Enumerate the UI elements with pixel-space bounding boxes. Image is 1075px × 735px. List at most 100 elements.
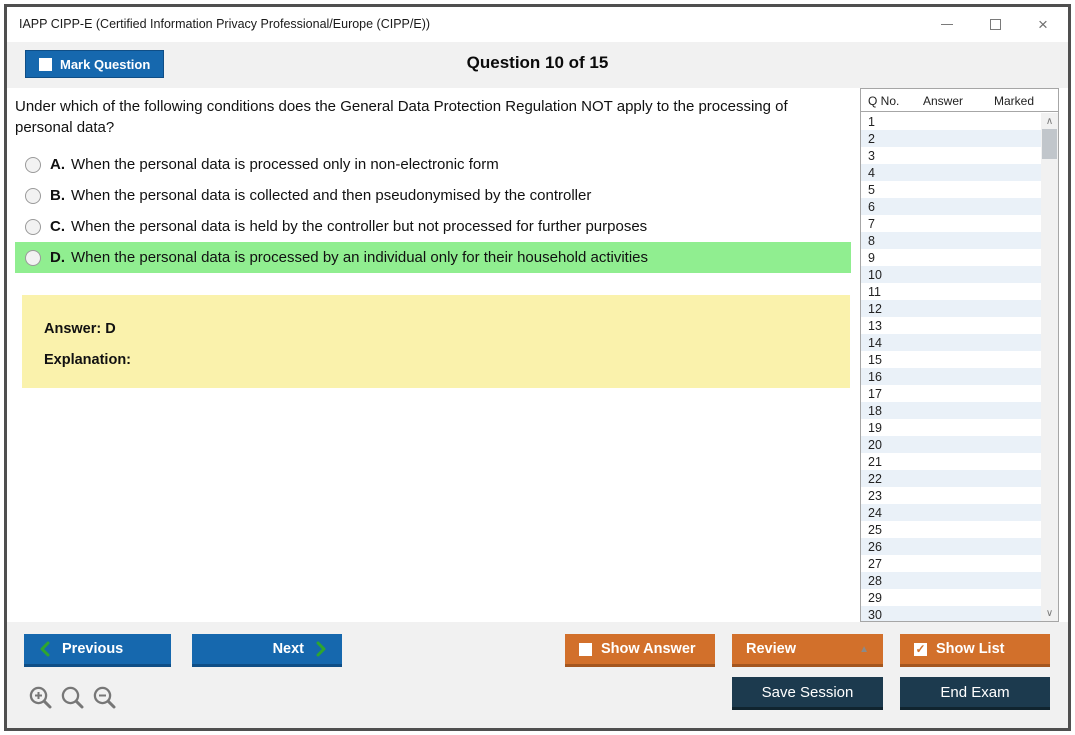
question-list-header: Q No. Answer Marked xyxy=(861,89,1058,112)
table-cell: 20 xyxy=(868,437,882,452)
review-dropdown-button[interactable]: Review ▲ xyxy=(732,634,883,667)
table-cell: 3 xyxy=(868,148,875,163)
table-row[interactable]: 29 xyxy=(861,589,1041,606)
table-cell: 23 xyxy=(868,488,882,503)
table-row[interactable]: 16 xyxy=(861,368,1041,385)
table-row[interactable]: 4 xyxy=(861,164,1041,181)
table-cell: 13 xyxy=(868,318,882,333)
table-row[interactable]: 8 xyxy=(861,232,1041,249)
save-session-button[interactable]: Save Session xyxy=(732,677,883,710)
maximize-icon xyxy=(989,19,1001,30)
save-session-label: Save Session xyxy=(761,683,854,701)
table-row[interactable]: 11 xyxy=(861,283,1041,300)
next-button[interactable]: Next xyxy=(192,634,342,667)
question-list-panel: Q No. Answer Marked 1 2 3 4 5 6 7 8 9 10 11 12 13 14 1… xyxy=(860,88,1059,622)
table-row[interactable]: 23 xyxy=(861,487,1041,504)
table-row[interactable]: 17 xyxy=(861,385,1041,402)
table-cell: 8 xyxy=(868,233,875,248)
table-cell: 7 xyxy=(868,216,875,231)
option-text: When the personal data is held by the co… xyxy=(71,218,648,235)
option-text: When the personal data is collected and … xyxy=(71,187,592,204)
answer-box: Answer: D Explanation: xyxy=(22,295,850,388)
previous-button[interactable]: Previous xyxy=(24,634,171,667)
scroll-down-icon[interactable]: ∨ xyxy=(1041,605,1058,621)
review-label: Review xyxy=(746,641,796,657)
table-cell: 25 xyxy=(868,522,882,537)
table-row[interactable]: 2 xyxy=(861,130,1041,147)
table-row[interactable]: 22 xyxy=(861,470,1041,487)
table-cell: 24 xyxy=(868,505,882,520)
table-row[interactable]: 5 xyxy=(861,181,1041,198)
options-list: A. When the personal data is processed on… xyxy=(15,149,851,273)
radio-button-icon[interactable] xyxy=(25,218,41,235)
minimize-button[interactable] xyxy=(938,16,956,34)
table-cell: 16 xyxy=(868,369,882,384)
end-exam-button[interactable]: End Exam xyxy=(900,677,1050,710)
table-row[interactable]: 1 xyxy=(861,113,1041,130)
table-cell: 2 xyxy=(868,131,875,146)
answer-option[interactable]: C. When the personal data is held by the … xyxy=(15,211,851,242)
header-strip: Mark Question Question 10 of 15 xyxy=(7,42,1068,88)
previous-label: Previous xyxy=(62,641,124,657)
table-row[interactable]: 12 xyxy=(861,300,1041,317)
option-text: When the personal data is processed by a… xyxy=(71,249,649,266)
answer-label: Answer: D xyxy=(44,321,116,337)
table-cell: 27 xyxy=(868,556,882,571)
table-cell: 9 xyxy=(868,250,875,265)
close-button[interactable]: × xyxy=(1034,16,1052,34)
table-row[interactable]: 28 xyxy=(861,572,1041,589)
answer-option[interactable]: B. When the personal data is collected an… xyxy=(15,180,851,211)
zoom-out-icon[interactable] xyxy=(91,684,119,712)
table-cell: 6 xyxy=(868,199,875,214)
question-text: Under which of the following conditions … xyxy=(15,98,788,136)
app-window: IAPP CIPP-E (Certified Information Priva… xyxy=(4,4,1071,731)
table-row[interactable]: 26 xyxy=(861,538,1041,555)
table-cell: 10 xyxy=(868,267,882,282)
table-row[interactable]: 14 xyxy=(861,334,1041,351)
question-list-scrollbar[interactable]: ∧ ∨ xyxy=(1041,113,1058,621)
table-row[interactable]: 18 xyxy=(861,402,1041,419)
table-row[interactable]: 15 xyxy=(861,351,1041,368)
zoom-toolbar xyxy=(27,684,119,712)
table-row[interactable]: 10 xyxy=(861,266,1041,283)
maximize-button[interactable] xyxy=(986,16,1004,34)
radio-button-icon[interactable] xyxy=(25,187,41,204)
answer-option[interactable]: D. When the personal data is processed by… xyxy=(15,242,851,273)
radio-button-icon[interactable] xyxy=(25,249,41,266)
table-row[interactable]: 30 xyxy=(861,606,1041,621)
show-answer-button[interactable]: Show Answer xyxy=(565,634,715,667)
table-row[interactable]: 7 xyxy=(861,215,1041,232)
answer-option[interactable]: A. When the personal data is processed on… xyxy=(15,149,851,180)
next-label: Next xyxy=(272,641,304,657)
table-cell: 21 xyxy=(868,454,882,469)
explanation-label: Explanation: xyxy=(44,352,132,368)
chevron-right-icon xyxy=(316,641,326,657)
scroll-up-icon[interactable]: ∧ xyxy=(1041,113,1058,129)
table-row[interactable]: 24 xyxy=(861,504,1041,521)
radio-button-icon[interactable] xyxy=(25,156,41,173)
table-cell: 30 xyxy=(868,607,882,622)
show-list-button[interactable]: ✓ Show List xyxy=(900,634,1050,667)
zoom-reset-icon[interactable] xyxy=(59,684,87,712)
table-cell: 19 xyxy=(868,420,882,435)
option-letter: B. xyxy=(50,187,65,204)
close-icon: × xyxy=(1038,15,1048,34)
show-answer-label: Show Answer xyxy=(601,641,696,657)
table-row[interactable]: 3 xyxy=(861,147,1041,164)
table-row[interactable]: 19 xyxy=(861,419,1041,436)
table-row[interactable]: 6 xyxy=(861,198,1041,215)
option-letter: A. xyxy=(50,156,65,173)
table-row[interactable]: 13 xyxy=(861,317,1041,334)
table-row[interactable]: 21 xyxy=(861,453,1041,470)
show-list-checkbox-icon: ✓ xyxy=(914,642,927,656)
column-header-qno: Q No. xyxy=(868,94,900,108)
table-row[interactable]: 27 xyxy=(861,555,1041,572)
table-cell: 26 xyxy=(868,539,882,554)
table-row[interactable]: 25 xyxy=(861,521,1041,538)
table-row[interactable]: 20 xyxy=(861,436,1041,453)
table-cell: 22 xyxy=(868,471,882,486)
table-cell: 18 xyxy=(868,403,882,418)
scrollbar-thumb[interactable] xyxy=(1042,129,1057,159)
table-row[interactable]: 9 xyxy=(861,249,1041,266)
zoom-in-icon[interactable] xyxy=(27,684,55,712)
